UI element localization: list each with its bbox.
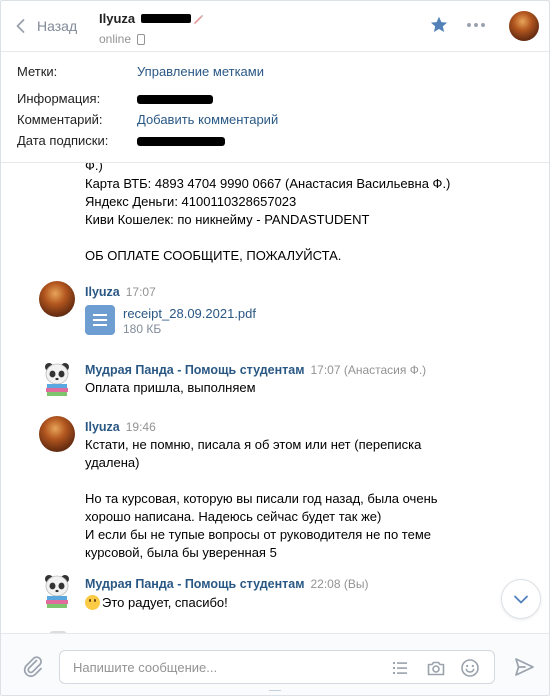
message-line: Оплата пришла, выполняем (85, 380, 256, 395)
manage-labels-link[interactable]: Управление метками (137, 64, 264, 79)
back-button[interactable]: Назад (13, 1, 77, 51)
panda-avatar[interactable] (41, 361, 73, 397)
message-line: курсовой, была бы уверенная 5 (85, 545, 277, 560)
resize-grip[interactable] (269, 690, 281, 695)
camera-icon[interactable] (426, 658, 446, 678)
message-line: ОБ ОПЛАТЕ СООБЩИТЕ, ПОЖАЛУЙСТА. (85, 248, 342, 263)
labels-row: Метки: Управление метками (17, 64, 264, 79)
chevron-down-icon (514, 595, 528, 604)
redacted-information (137, 95, 213, 105)
message-time[interactable]: 17:07 (126, 285, 156, 299)
message-header: Мудрая Панда - Помощь студентам 22:08 (В… (85, 577, 368, 591)
message-input-placeholder: Напишите сообщение... (73, 660, 218, 675)
information-row: Информация: (17, 91, 213, 106)
message-author[interactable]: Ilyuza (85, 420, 120, 434)
star-icon[interactable] (429, 15, 449, 35)
message-history[interactable]: Ф.) Карта ВТБ: 4893 4704 9990 0667 (Анас… (1, 163, 549, 633)
panda-avatar[interactable] (41, 573, 73, 609)
labels-label: Метки: (17, 64, 58, 79)
information-label: Информация: (17, 91, 101, 106)
chat-header: Назад Ilyuza online (1, 1, 549, 52)
smiling-face-emoji (85, 595, 100, 610)
message-author[interactable]: Мудрая Панда - Помощь студентам (85, 577, 304, 591)
message-author[interactable]: Мудрая Панда - Помощь студентам (85, 363, 304, 377)
emoji-icon[interactable] (460, 658, 480, 678)
scroll-down-button[interactable] (501, 579, 541, 619)
pen-icon (194, 14, 204, 24)
message-line: Яндекс Деньги: 4100110328657023 (85, 194, 297, 209)
document-icon[interactable] (85, 305, 115, 335)
message-line: Киви Кошелек: по никнейму - PANDASTUDENT (85, 212, 370, 227)
add-comment-link[interactable]: Добавить комментарий (137, 112, 278, 127)
templates-list-icon[interactable] (390, 658, 410, 678)
message-author[interactable]: Ilyuza (85, 285, 120, 299)
message-line: Это радует, спасибо! (102, 595, 228, 610)
message-line: Но та курсовая, которую вы писали год на… (85, 491, 438, 506)
message-line: Карта ВТБ: 4893 4704 9990 0667 (Анастаси… (85, 176, 451, 191)
peer-status: online (99, 32, 132, 46)
peer-name: Ilyuza (99, 11, 136, 26)
message-line: хорошо написана. Надеюсь сейчас будет та… (85, 509, 382, 524)
message-header: Ilyuza 17:07 (85, 285, 156, 299)
message-line: Кстати, не помню, писала я об этом или н… (85, 437, 422, 452)
peer-avatar[interactable] (509, 11, 539, 41)
paperclip-icon[interactable] (21, 654, 45, 678)
mobile-phone-icon (137, 33, 146, 45)
peer-info[interactable]: Ilyuza online (99, 11, 205, 46)
message-input[interactable]: Напишите сообщение... (59, 650, 495, 684)
message-text: Ф.) Карта ВТБ: 4893 4704 9990 0667 (Анас… (85, 163, 450, 265)
message-text: Кстати, не помню, писала я об этом или н… (85, 436, 438, 562)
redacted-subscription-date (137, 137, 225, 147)
subscription-label: Дата подписки: (17, 133, 109, 148)
more-actions-icon[interactable] (467, 23, 485, 27)
back-label: Назад (37, 18, 78, 34)
attachment-name[interactable]: receipt_28.09.2021.pdf (123, 306, 256, 321)
message-text: Оплата пришла, выполняем (85, 379, 256, 397)
message-time[interactable]: 19:46 (126, 420, 156, 434)
message-line (85, 229, 450, 247)
message-header: Ilyuza 19:46 (85, 420, 156, 434)
chevron-left-icon (16, 19, 25, 33)
message-time[interactable]: 17:07 (Анастасия Ф.) (310, 363, 426, 377)
subscription-row: Дата подписки: (17, 133, 225, 148)
chat-window: Назад Ilyuza online Метки: Управление мет… (0, 0, 550, 696)
message-line: И если бы не тупые вопросы от руководите… (85, 527, 431, 542)
message-line: Ф.) (85, 163, 103, 173)
comment-label: Комментарий: (17, 112, 103, 127)
message-line: удалена) (85, 455, 140, 470)
message-header: Мудрая Панда - Помощь студентам 17:07 (А… (85, 363, 426, 377)
message-line (85, 472, 438, 490)
avatar[interactable] (39, 281, 75, 317)
attachment-size: 180 КБ (123, 322, 162, 336)
comment-row: Комментарий: Добавить комментарий (17, 112, 278, 127)
avatar[interactable] (39, 416, 75, 452)
message-text: Это радует, спасибо! (85, 594, 228, 612)
redacted-surname (141, 14, 192, 23)
message-time[interactable]: 22:08 (Вы) (310, 577, 368, 591)
message-composer: Напишите сообщение... (1, 633, 549, 695)
send-icon[interactable] (513, 656, 535, 678)
chat-info-panel: Метки: Управление метками Информация: Ком… (1, 52, 549, 163)
